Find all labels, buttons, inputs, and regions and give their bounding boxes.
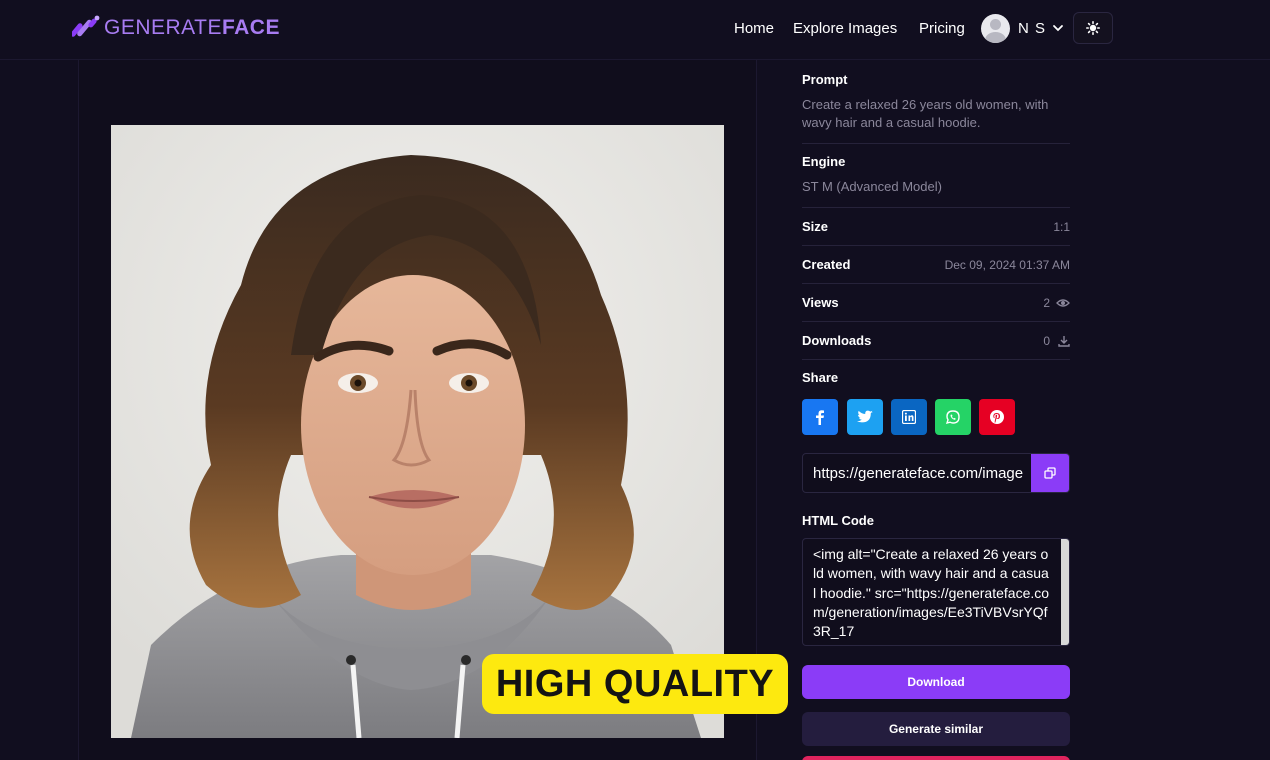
size-value: 1:1 [1053,219,1070,234]
views-value-wrap: 2 [1043,296,1070,310]
textarea-scrollbar[interactable] [1061,539,1069,645]
eye-icon [1056,298,1070,307]
partially-visible-button[interactable] [802,756,1070,760]
share-pinterest-button[interactable] [979,399,1015,435]
generated-portrait-image [111,125,724,738]
divider [802,143,1070,144]
engine-label: Engine [802,154,846,169]
engine-value: ST M (Advanced Model) [802,179,942,194]
created-value: Dec 09, 2024 01:37 AM [944,257,1070,272]
share-url-field [802,453,1070,493]
engine-section: Engine ST M (Advanced Model) [802,154,1070,196]
views-label: Views [802,295,839,310]
prompt-value: Create a relaxed 26 years old women, wit… [802,97,1049,130]
share-twitter-button[interactable] [847,399,883,435]
size-label: Size [802,219,829,234]
html-code-label: HTML Code [802,513,874,528]
divider [802,359,1070,360]
top-header: GENERATEFACE Home Explore Images Pricing… [0,0,1270,60]
prompt-section: Prompt Create a relaxed 26 years old wom… [802,72,1070,132]
chevron-down-icon [1053,25,1063,32]
share-linkedin-button[interactable] [891,399,927,435]
high-quality-badge: HIGH QUALITY [482,654,788,714]
share-facebook-button[interactable] [802,399,838,435]
user-menu[interactable]: N S [981,13,1064,43]
download-button[interactable]: Download [802,665,1070,699]
download-icon [1058,335,1070,347]
facebook-icon [816,410,824,425]
views-row: Views 2 [802,283,1070,321]
user-name: N S [1018,19,1047,37]
downloads-value: 0 [1043,333,1050,348]
nav-home-link[interactable]: Home [734,20,774,37]
downloads-value-wrap: 0 [1043,334,1070,348]
generate-similar-button[interactable]: Generate similar [802,712,1070,746]
sun-icon [1086,21,1100,35]
linkedin-icon [902,410,916,424]
html-code-textarea[interactable]: <img alt="Create a relaxed 26 years old … [802,538,1070,646]
nav-explore-link[interactable]: Explore Images [793,20,897,37]
downloads-label: Downloads [802,333,872,348]
created-label: Created [802,257,851,272]
size-row: Size 1:1 [802,207,1070,245]
logo-icon [72,15,100,37]
brand-name: GENERATEFACE [104,16,280,39]
theme-toggle-button[interactable] [1073,12,1113,44]
created-row: Created Dec 09, 2024 01:37 AM [802,245,1070,283]
brand-logo[interactable]: GENERATEFACE [72,14,280,42]
prompt-label: Prompt [802,72,848,87]
copy-icon [1044,467,1056,479]
share-whatsapp-button[interactable] [935,399,971,435]
views-value: 2 [1043,295,1050,310]
share-label: Share [802,370,839,385]
nav-pricing-link[interactable]: Pricing [919,20,965,37]
twitter-icon [857,410,873,423]
whatsapp-icon [945,410,960,425]
copy-url-button[interactable] [1031,454,1069,492]
downloads-row: Downloads 0 [802,321,1070,359]
avatar [981,13,1010,43]
pinterest-icon [990,410,1004,424]
share-url-input[interactable] [803,454,1032,492]
html-code-value: <img alt="Create a relaxed 26 years old … [813,546,1050,640]
